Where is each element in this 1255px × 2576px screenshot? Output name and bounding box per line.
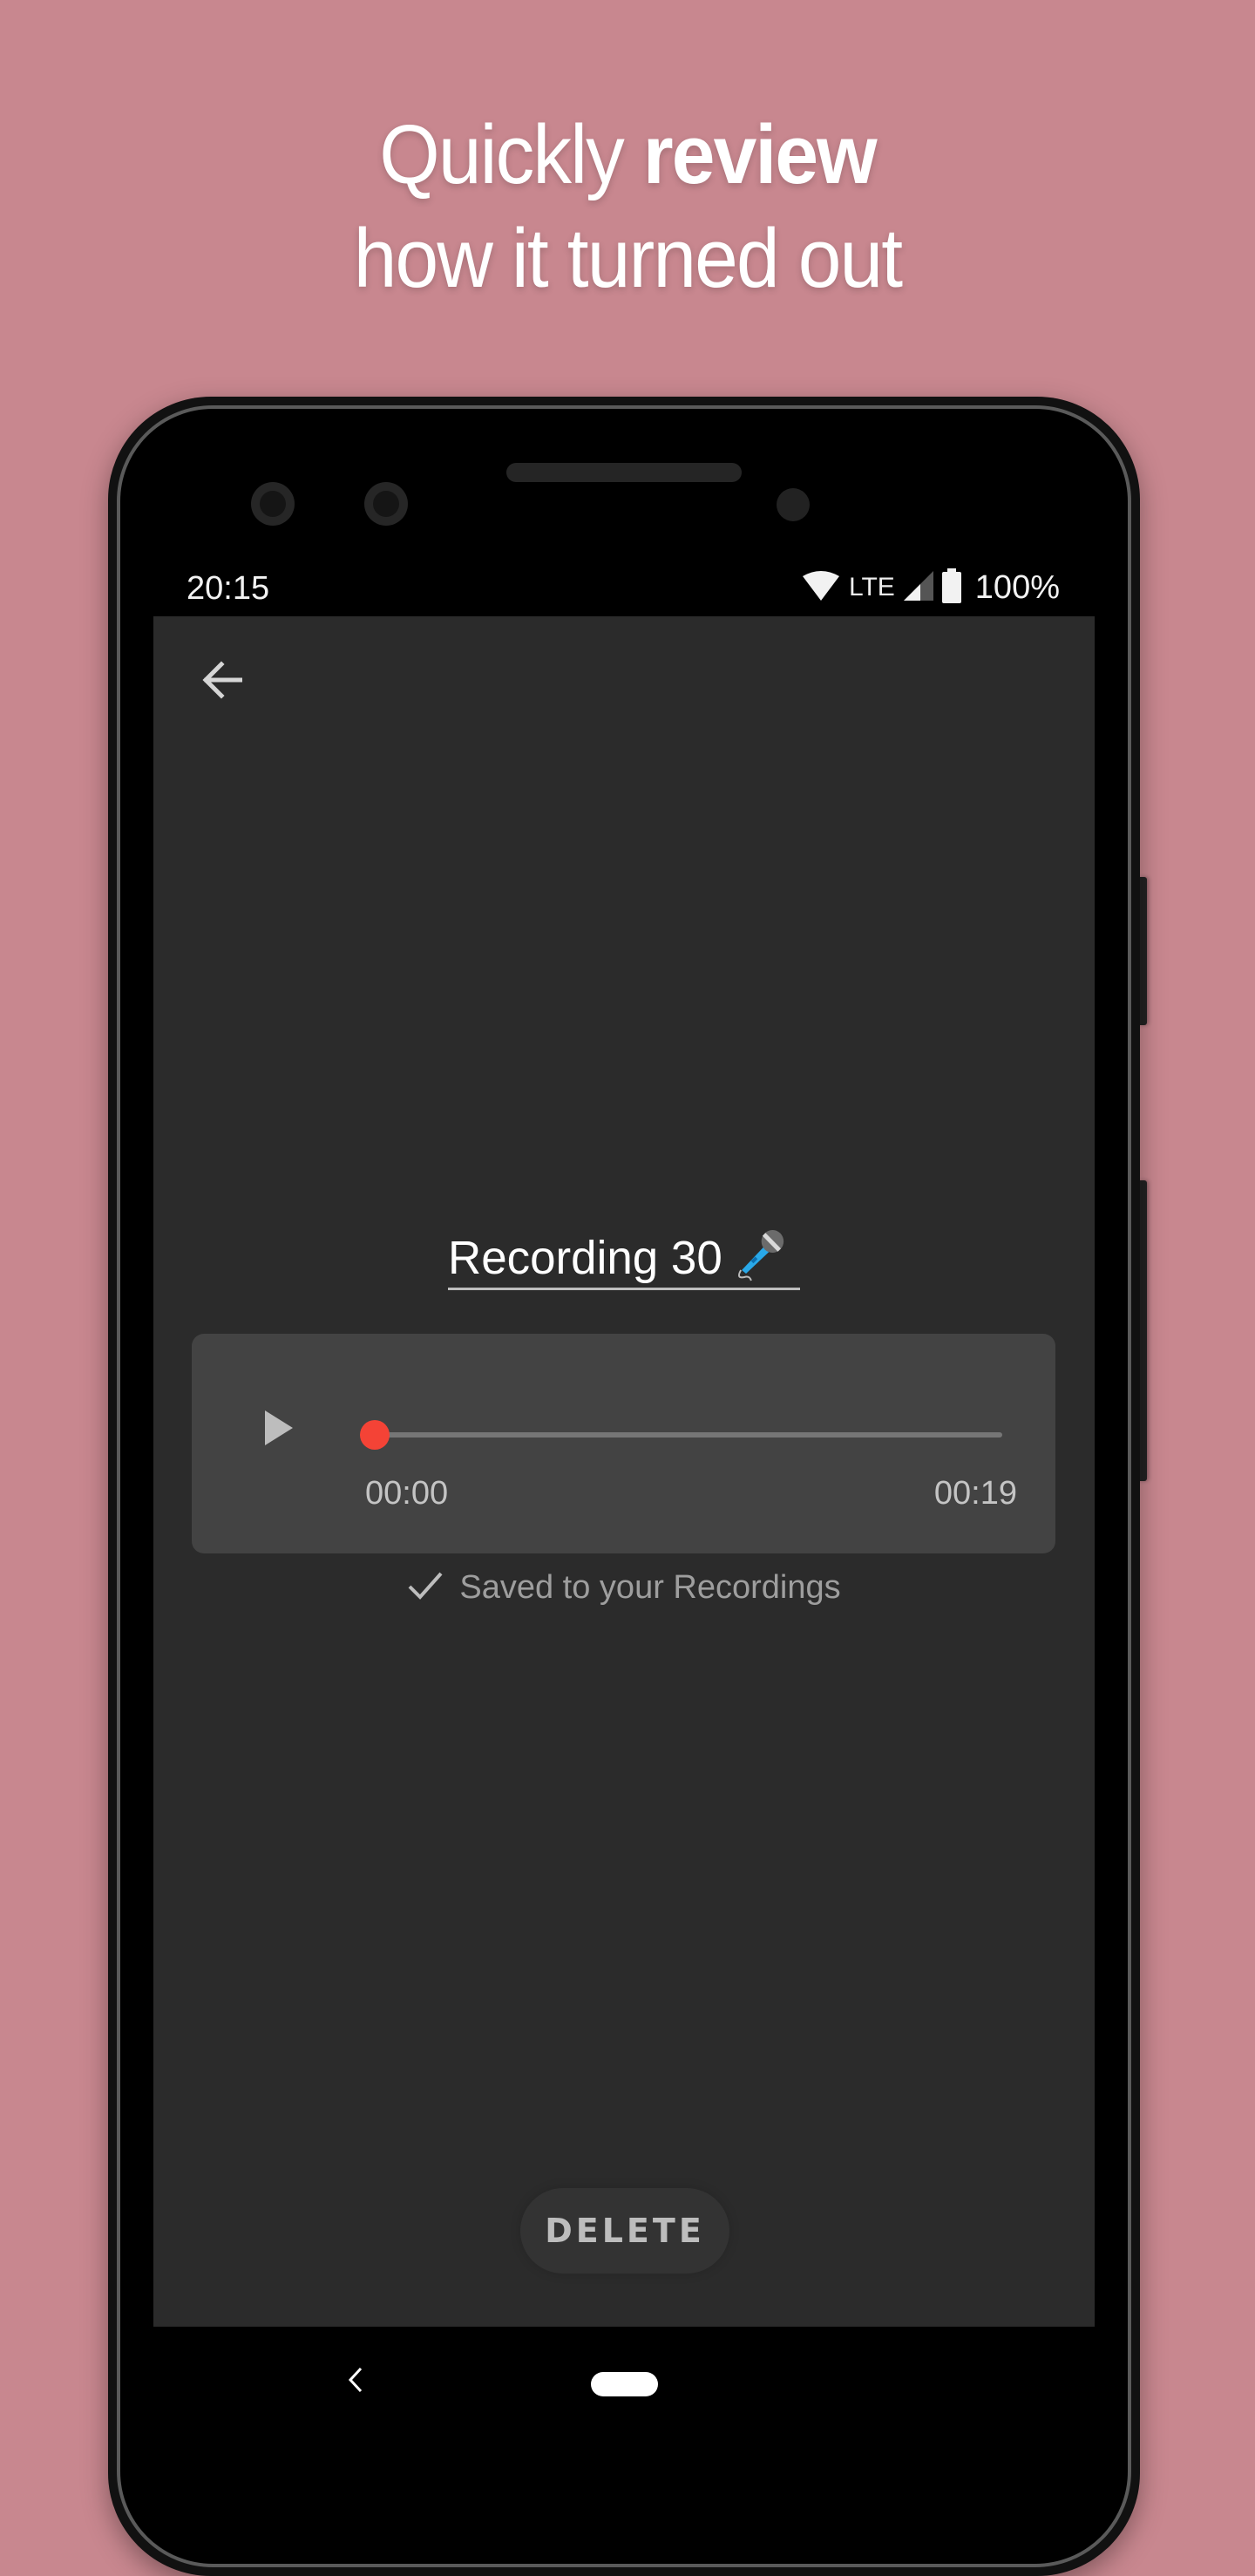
app-screen: Recording 30 00:00 00:19 Saved to your R… [153,616,1095,2327]
front-camera-icon [251,482,295,526]
duration-time: 00:19 [933,1475,1017,1512]
signal-icon [903,570,933,605]
headline-light-text: Quickly [379,108,643,201]
play-button[interactable] [244,1395,314,1465]
current-time: 00:00 [365,1475,449,1512]
home-pill-icon[interactable] [591,2372,658,2396]
earpiece-speaker [506,463,742,482]
battery-icon [941,568,961,608]
check-icon [407,1571,444,1605]
headline-bold-text: review [642,108,878,201]
microphone-emoji-icon [735,1228,786,1294]
status-bar: 20:15 LTE 100% [153,558,1095,616]
audio-player-card: 00:00 00:19 [192,1334,1055,1553]
saved-status-text: Saved to your Recordings [459,1569,841,1606]
back-button[interactable] [192,651,253,712]
arrow-left-icon [202,660,243,703]
wifi-icon [802,570,840,605]
seek-bar[interactable] [360,1420,1002,1450]
nav-back-icon[interactable] [347,2367,373,2402]
headline-line-1: Quickly review [44,103,1211,207]
battery-percentage: 100% [974,568,1060,606]
seek-thumb[interactable] [360,1420,390,1450]
navigation-bar [153,2327,1095,2441]
recording-title-text: Recording 30 [448,1228,785,1294]
play-icon [265,1410,293,1450]
recording-title-input[interactable]: Recording 30 [448,1229,800,1290]
delete-button[interactable]: DELETE [520,2188,729,2274]
front-camera-icon [364,482,408,526]
proximity-sensor [777,488,810,521]
saved-status: Saved to your Recordings [153,1569,1095,1607]
network-type: LTE [849,573,895,602]
headline: Quickly review how it turned out [0,103,1255,310]
status-time: 20:15 [187,570,270,607]
status-icons: LTE 100% [802,568,1060,607]
recording-title-value: Recording 30 [448,1231,722,1284]
headline-line-2: how it turned out [353,212,903,305]
